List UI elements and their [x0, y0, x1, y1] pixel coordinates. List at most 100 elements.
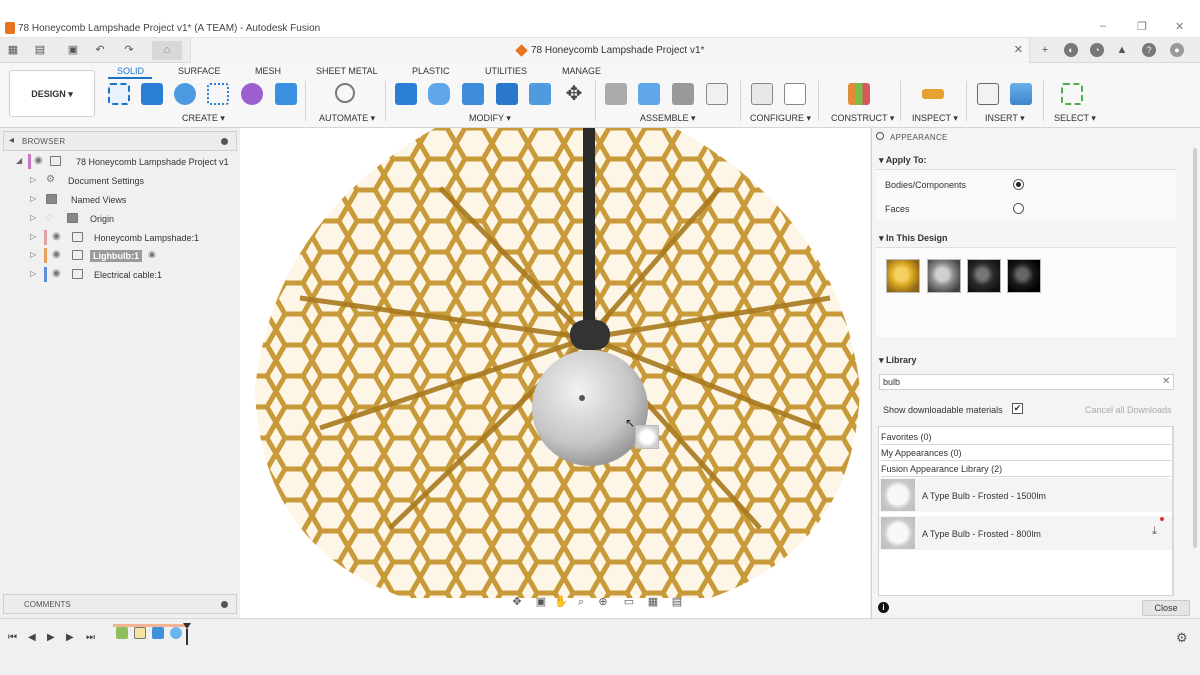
new-tab-icon[interactable]: +: [1038, 43, 1052, 57]
orbit-icon[interactable]: ✥: [510, 595, 524, 609]
tree-item-root[interactable]: ◢ ◉ 78 Honeycomb Lampshade Project v1: [16, 154, 236, 170]
hidden-eye-icon[interactable]: ◌: [46, 212, 52, 223]
insert-menu[interactable]: INSERT ▾: [985, 113, 1025, 124]
timeline-marker[interactable]: [183, 623, 191, 645]
timeline-feature-appearance[interactable]: [170, 627, 182, 639]
faces-radio[interactable]: [1013, 203, 1024, 214]
pan-hand-icon[interactable]: ✋: [554, 595, 568, 609]
step-back-icon[interactable]: ◀: [28, 632, 36, 643]
timeline-feature-sketch[interactable]: [134, 627, 146, 639]
joint-table-icon[interactable]: [706, 83, 728, 105]
help-icon[interactable]: ?: [1142, 43, 1156, 57]
fillet-icon[interactable]: [428, 83, 450, 105]
play-icon[interactable]: ▶: [47, 632, 55, 643]
file-menu-icon[interactable]: ▤: [33, 43, 47, 57]
swatch-gray[interactable]: [927, 259, 961, 293]
modify-menu[interactable]: MODIFY ▾: [469, 113, 511, 124]
tab-mesh[interactable]: MESH: [255, 66, 281, 76]
close-button[interactable]: Close: [1142, 600, 1190, 616]
expand-triangle-icon[interactable]: ▷: [30, 250, 36, 259]
tree-item-honeycomb-lampshade[interactable]: ▷ ◉ Honeycomb Lampshade:1: [30, 230, 230, 246]
workspace-switcher-button[interactable]: DESIGN ▾: [9, 70, 95, 117]
clear-search-icon[interactable]: ✕: [1162, 376, 1170, 387]
swatch-dark[interactable]: [967, 259, 1001, 293]
data-panel-grid-icon[interactable]: ▦: [6, 43, 20, 57]
tab-plastic[interactable]: PLASTIC: [412, 66, 450, 76]
timeline-feature-extrude[interactable]: [152, 627, 164, 639]
as-built-joint-icon[interactable]: [672, 83, 694, 105]
comments-pin-icon[interactable]: [221, 601, 228, 608]
press-pull-icon[interactable]: [395, 83, 417, 105]
show-downloadable-checkbox[interactable]: ✔: [1012, 403, 1023, 414]
minimize-button[interactable]: –: [1100, 20, 1106, 32]
library-header[interactable]: ▾ Library: [879, 355, 917, 366]
viewports-icon[interactable]: ▤: [670, 595, 684, 609]
grid-settings-icon[interactable]: ▦: [646, 595, 660, 609]
fit-icon[interactable]: ⊕: [596, 595, 610, 609]
revolve-icon[interactable]: [174, 83, 196, 105]
favorites-item[interactable]: Favorites (0): [881, 432, 932, 442]
timeline-feature-joint[interactable]: [116, 627, 128, 639]
visibility-eye-icon[interactable]: ◉: [34, 155, 43, 166]
configure-menu[interactable]: CONFIGURE ▾: [750, 113, 811, 124]
measure-icon[interactable]: [922, 89, 944, 99]
pattern-icon[interactable]: [207, 83, 229, 105]
home-button[interactable]: ⌂: [152, 41, 182, 60]
collapse-triangle-icon[interactable]: ◢: [16, 156, 22, 165]
tree-item-named-views[interactable]: ▷ Named Views: [30, 192, 230, 208]
construct-menu[interactable]: CONSTRUCT ▾: [831, 113, 894, 124]
tab-sheet-metal[interactable]: SHEET METAL: [316, 66, 378, 76]
look-at-icon[interactable]: ▣: [534, 595, 548, 609]
create-menu[interactable]: CREATE ▾: [182, 113, 225, 124]
save-icon[interactable]: ▣: [66, 43, 80, 57]
automate-icon[interactable]: [335, 83, 355, 103]
notifications-bell-icon[interactable]: ▲: [1115, 43, 1129, 57]
material-row-800lm[interactable]: A Type Bulb - Frosted - 800lm ⤓: [879, 516, 1173, 550]
offset-plane-icon[interactable]: [848, 83, 870, 105]
cancel-downloads-link[interactable]: Cancel all Downloads: [1085, 405, 1172, 415]
tree-item-electrical-cable[interactable]: ▷ ◉ Electrical cable:1: [30, 267, 230, 283]
maximize-button[interactable]: ❐: [1137, 20, 1147, 33]
in-this-design-header[interactable]: ▾ In This Design: [879, 233, 948, 244]
timeline-settings-gear-icon[interactable]: ⚙: [1176, 630, 1188, 646]
tab-surface[interactable]: SURFACE: [178, 66, 221, 76]
tree-item-lightbulb[interactable]: ▷ ◉ Lighbulb:1 ◉: [30, 248, 230, 264]
tab-utilities[interactable]: UTILITIES: [485, 66, 527, 76]
configure-icon[interactable]: [751, 83, 773, 105]
visibility-eye-icon[interactable]: ◉: [52, 268, 61, 279]
lampshade-model[interactable]: [240, 128, 870, 618]
3d-viewport[interactable]: ↖: [240, 128, 870, 618]
tree-item-document-settings[interactable]: ▷ ⚙ Document Settings: [30, 173, 230, 189]
swatch-black[interactable]: [1007, 259, 1041, 293]
browser-panel-header[interactable]: ◂ BROWSER: [3, 131, 237, 151]
panel-scrollbar[interactable]: [1193, 148, 1197, 548]
step-forward-icon[interactable]: ▶: [66, 632, 74, 643]
automate-menu[interactable]: AUTOMATE ▾: [319, 113, 375, 124]
redo-icon[interactable]: ↷: [122, 43, 136, 57]
assemble-menu[interactable]: ASSEMBLE ▾: [640, 113, 696, 124]
tab-manage[interactable]: MANAGE: [562, 66, 601, 76]
create-sketch-icon[interactable]: [108, 83, 130, 105]
user-avatar[interactable]: ●: [1170, 43, 1184, 57]
apply-to-header[interactable]: ▾ Apply To:: [879, 155, 927, 166]
tab-solid[interactable]: SOLID: [117, 66, 144, 76]
list-scrollbar[interactable]: [1172, 427, 1174, 595]
combine-icon[interactable]: [529, 83, 551, 105]
form-icon[interactable]: [241, 83, 263, 105]
insert-derive-icon[interactable]: [977, 83, 999, 105]
library-search-input[interactable]: bulb: [879, 374, 1174, 390]
expand-triangle-icon[interactable]: ▷: [30, 269, 36, 278]
fusion-library-item[interactable]: Fusion Appearance Library (2): [881, 464, 1002, 474]
go-to-end-icon[interactable]: ⏭: [86, 632, 95, 643]
job-status-icon[interactable]: ◔: [1090, 43, 1104, 57]
configuration-table-icon[interactable]: [784, 83, 806, 105]
my-appearances-item[interactable]: My Appearances (0): [881, 448, 962, 458]
extrude-icon[interactable]: [141, 83, 163, 105]
document-tab[interactable]: 78 Honeycomb Lampshade Project v1* ✕: [190, 38, 1030, 63]
undo-icon[interactable]: ↶: [93, 43, 107, 57]
inspect-menu[interactable]: INSPECT ▾: [912, 113, 958, 124]
expand-triangle-icon[interactable]: ▷: [30, 213, 36, 222]
visibility-eye-icon[interactable]: ◉: [52, 231, 61, 242]
extensions-icon[interactable]: ◐: [1064, 43, 1078, 57]
shell-icon[interactable]: [496, 83, 518, 105]
